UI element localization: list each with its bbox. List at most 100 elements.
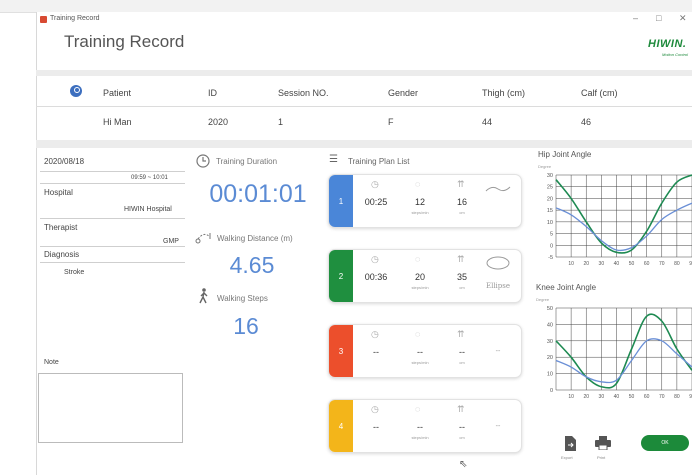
plan-card-unit: steps/min: [411, 210, 429, 215]
step-length-icon: ⇈: [457, 329, 465, 339]
y-tick-label: 20: [547, 196, 553, 202]
note-field[interactable]: [38, 373, 183, 443]
plan-card[interactable]: 1 ◷ 00:25 ◌ 12 steps/min ⇈ 16 cm: [328, 174, 522, 228]
plan-card-unit: cm: [459, 435, 465, 440]
plan-card-time: --: [373, 422, 379, 432]
title-bar: Training Record – □ ✕: [36, 13, 692, 27]
plan-card-shape: Ellipse: [485, 282, 511, 290]
x-tick-label: 10: [568, 394, 574, 400]
close-button[interactable]: ✕: [679, 13, 687, 24]
session-date: 2020/08/18: [44, 157, 85, 166]
hip-joint-chart: 302520151050-5102030405060708090: [547, 173, 692, 267]
therapist-value: GMP: [163, 238, 179, 245]
speed-icon: ◌: [415, 254, 421, 264]
x-tick-label: 80: [674, 394, 680, 400]
x-tick-label: 30: [599, 261, 605, 267]
user-icon: [70, 85, 82, 97]
plan-list-title: Training Plan List: [348, 157, 410, 166]
y-tick-label: 30: [547, 339, 553, 345]
y-tick-label: 0: [550, 243, 553, 249]
x-tick-label: 10: [568, 261, 574, 267]
y-tick-label: 25: [547, 185, 553, 191]
plan-card-unit: steps/min: [411, 435, 429, 440]
plan-card-time: 00:25: [364, 197, 388, 207]
divider: [40, 183, 185, 184]
knee-joint-chart: 50403020100102030405060708090: [547, 306, 692, 400]
id-header: ID: [208, 88, 217, 98]
x-tick-label: 50: [629, 261, 635, 267]
export-icon[interactable]: [564, 436, 576, 451]
patient-id: 2020: [208, 117, 229, 127]
timer-icon: ◷: [371, 254, 379, 264]
speed-icon: ◌: [415, 179, 421, 189]
y-tick-label: 10: [547, 220, 553, 226]
maximize-button[interactable]: □: [656, 13, 661, 23]
divider: [40, 218, 185, 219]
minimize-button[interactable]: –: [633, 13, 638, 23]
x-tick-label: 70: [659, 261, 665, 267]
series-line-2: [555, 338, 692, 384]
x-tick-label: 60: [644, 394, 650, 400]
duration-value: 00:01:01: [209, 180, 307, 208]
plan-card-unit: cm: [459, 210, 465, 215]
mouse-cursor: ⇖: [459, 459, 468, 470]
hospital-label: Hospital: [44, 188, 73, 197]
y-tick-label: 20: [547, 355, 553, 361]
thigh-header: Thigh (cm): [482, 88, 526, 98]
plan-card-speed: 20: [414, 272, 425, 282]
session-header: Session NO.: [278, 88, 329, 98]
y-tick-label: 10: [547, 372, 553, 378]
walking-distance-icon: [195, 233, 211, 244]
y-tick-label: 50: [547, 306, 553, 312]
plan-card[interactable]: 4 ◷ -- ◌ -- steps/min ⇈ -- cm --: [328, 399, 522, 453]
y-tick-label: 5: [550, 232, 553, 238]
plan-card-shape: --: [495, 347, 501, 355]
steps-value: 16: [233, 313, 259, 339]
timer-icon: ◷: [371, 329, 379, 339]
gender-value: F: [388, 117, 394, 127]
x-tick-label: 20: [583, 261, 589, 267]
y-tick-label: 0: [550, 388, 553, 394]
plan-card-speed: 12: [414, 197, 425, 207]
ok-button[interactable]: OK: [641, 435, 689, 451]
plan-card-unit: cm: [459, 285, 465, 290]
page-title: Training Record: [64, 32, 185, 51]
plan-card-shape: --: [495, 422, 501, 430]
plan-card-unit: steps/min: [411, 360, 429, 365]
thigh-value: 44: [482, 117, 493, 127]
plan-card-speed: --: [417, 347, 423, 357]
plan-card-number: 2: [329, 250, 353, 302]
print-icon[interactable]: [595, 436, 611, 450]
distance-label: Walking Distance (m): [217, 234, 293, 243]
session-time: 09:59 ~ 10:01: [131, 175, 168, 181]
step-length-icon: ⇈: [457, 404, 465, 414]
x-tick-label: 30: [599, 394, 605, 400]
y-tick-label: 30: [547, 173, 553, 179]
plan-card-number: 4: [329, 400, 353, 452]
session-number: 1: [278, 117, 284, 127]
note-label: Note: [44, 359, 59, 366]
knee-chart-ylabel: Degree: [536, 297, 550, 302]
plan-card[interactable]: 3 ◷ -- ◌ -- steps/min ⇈ -- cm --: [328, 324, 522, 378]
plan-card-unit: cm: [459, 360, 465, 365]
plan-card-unit: steps/min: [411, 285, 429, 290]
step-length-icon: ⇈: [457, 179, 465, 189]
hiwin-logo: HIWIN.: [648, 38, 687, 50]
steps-label: Walking Steps: [217, 294, 268, 303]
gender-header: Gender: [388, 88, 419, 98]
plan-card-step: --: [459, 422, 465, 432]
speed-icon: ◌: [415, 404, 421, 414]
x-tick-label: 50: [629, 394, 635, 400]
clock-icon: [196, 154, 210, 168]
therapist-label: Therapist: [44, 223, 78, 232]
trajectory-curve-icon: [485, 186, 511, 192]
step-length-icon: ⇈: [457, 254, 465, 264]
plan-card-step: 16: [456, 197, 467, 207]
patient-header: Patient: [103, 88, 132, 98]
y-tick-label: 40: [547, 322, 553, 328]
print-label: Print: [597, 455, 606, 460]
divider: [40, 262, 185, 263]
x-tick-label: 20: [583, 394, 589, 400]
plan-card[interactable]: 2 ◷ 00:36 ◌ 20 steps/min ⇈ 35 cm Ellipse: [328, 249, 522, 303]
header-divider: [36, 70, 692, 76]
